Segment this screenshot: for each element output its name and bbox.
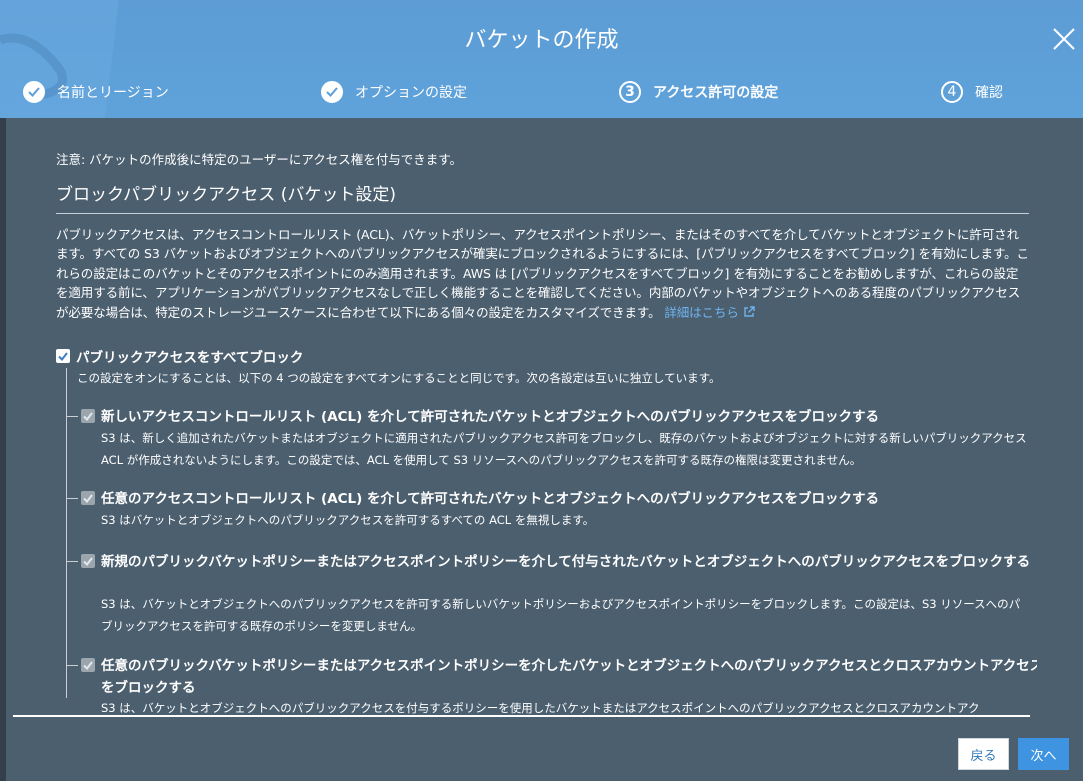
footer-divider bbox=[13, 715, 1030, 717]
block-all-checkbox[interactable] bbox=[56, 349, 70, 363]
learn-more-link[interactable]: 詳細はこちら bbox=[664, 305, 755, 320]
external-link-icon bbox=[743, 305, 755, 317]
step-review[interactable]: 4 確認 bbox=[941, 78, 1003, 106]
step-label: 名前とリージョン bbox=[57, 85, 169, 101]
option-checkbox[interactable] bbox=[81, 409, 95, 423]
step-name-region[interactable]: 名前とリージョン bbox=[23, 78, 169, 106]
option-description: S3 は、バケットとオブジェクトへのパブリックアクセスを付与するポリシーを使用し… bbox=[101, 701, 980, 715]
step-label: アクセス許可の設定 bbox=[653, 85, 779, 101]
option-checkbox[interactable] bbox=[81, 658, 95, 672]
divider bbox=[56, 213, 1029, 214]
modal-title: バケットの作成 bbox=[464, 28, 619, 53]
step-options[interactable]: オプションの設定 bbox=[321, 78, 467, 106]
close-icon[interactable] bbox=[1051, 26, 1077, 52]
option-checkbox[interactable] bbox=[81, 554, 95, 568]
option-label: 新規のパブリックバケットポリシーまたはアクセスポイントポリシーを介して付与された… bbox=[101, 554, 1031, 570]
tree-line bbox=[66, 368, 67, 698]
option-description: S3 はバケットとオブジェクトへのパブリックアクセスを許可するすべての ACL … bbox=[101, 513, 595, 527]
step-label: オプションの設定 bbox=[355, 85, 467, 101]
note-text: 注意: バケットの作成後に特定のユーザーにアクセス権を付与できます。 bbox=[56, 152, 463, 167]
option-description: S3 は、新しく追加されたバケットまたはオブジェクトに適用されたパブリックアクセ… bbox=[101, 431, 1027, 467]
back-button[interactable]: 戻る bbox=[958, 738, 1009, 770]
step-number: 4 bbox=[941, 81, 963, 103]
section-title: ブロックパブリックアクセス (バケット設定) bbox=[56, 185, 396, 205]
modal-header: バケットの作成 名前とリージョン オプションの設定 3 アクセス許可の設定 4 … bbox=[0, 0, 1083, 118]
modal-body[interactable]: 注意: バケットの作成後に特定のユーザーにアクセス権を付与できます。 ブロックパ… bbox=[27, 118, 1037, 716]
option-label: 新しいアクセスコントロールリスト (ACL) を介して許可されたバケットとオブジ… bbox=[101, 409, 879, 425]
block-all-checkbox-row[interactable]: パブリックアクセスをすべてブロック bbox=[56, 346, 303, 366]
option-checkbox[interactable] bbox=[81, 491, 95, 505]
block-all-label: パブリックアクセスをすべてブロック bbox=[76, 350, 304, 366]
option-description: S3 は、バケットとオブジェクトへのパブリックアクセスを許可する新しいバケットポ… bbox=[101, 597, 1021, 633]
block-public-access-description: パブリックアクセスは、アクセスコントロールリスト (ACL)、バケットポリシー、… bbox=[56, 225, 1029, 322]
step-label: 確認 bbox=[975, 85, 1003, 101]
step-number: 3 bbox=[619, 81, 641, 103]
option-label: 任意のアクセスコントロールリスト (ACL) を介して許可されたバケットとオブジ… bbox=[101, 491, 879, 507]
check-circle-icon bbox=[321, 81, 343, 103]
description-text: パブリックアクセスは、アクセスコントロールリスト (ACL)、バケットポリシー、… bbox=[56, 227, 1029, 320]
block-all-description: この設定をオンにすることは、以下の 4 つの設定をすべてオンにすることと同じです… bbox=[77, 371, 721, 385]
option-label: 任意のパブリックバケットポリシーまたはアクセスポイントポリシーを介したバケットと… bbox=[101, 658, 1037, 696]
next-button[interactable]: 次へ bbox=[1018, 738, 1069, 770]
check-circle-icon bbox=[23, 81, 45, 103]
step-permissions[interactable]: 3 アクセス許可の設定 bbox=[619, 78, 778, 106]
